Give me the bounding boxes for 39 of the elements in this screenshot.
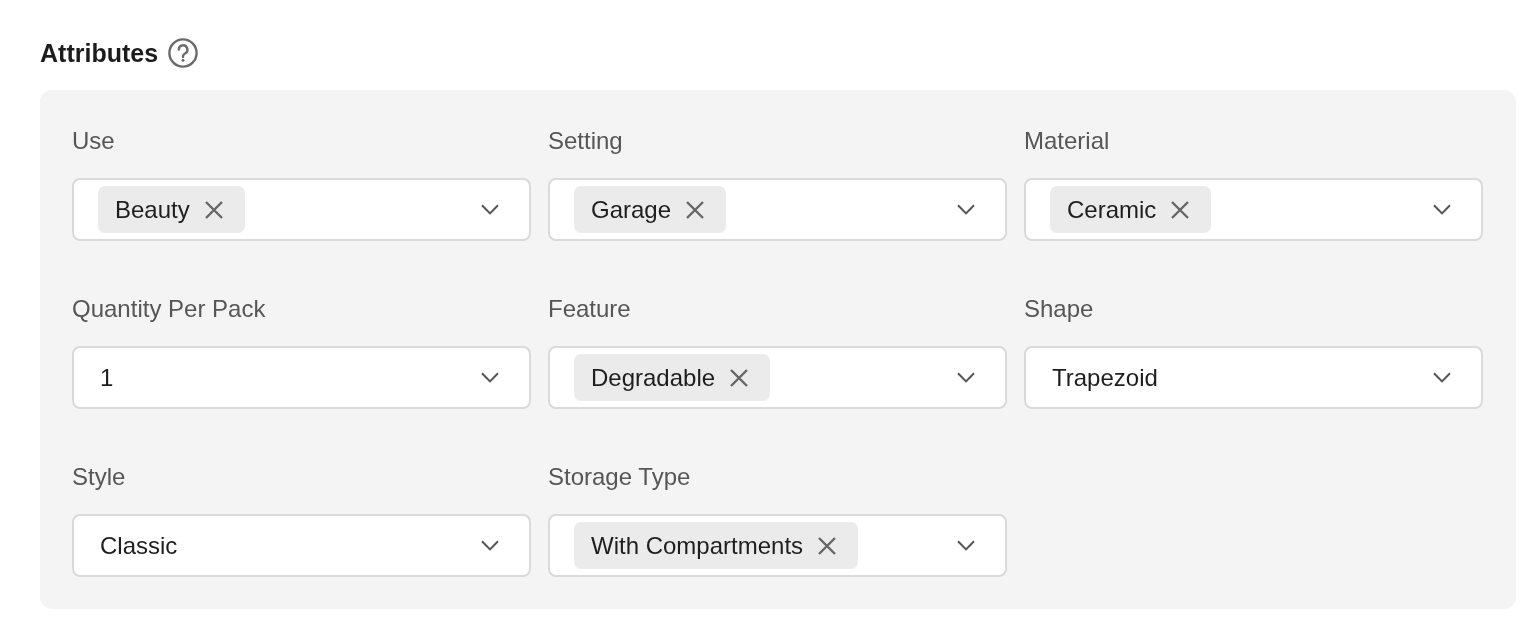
chip-label: Degradable — [591, 362, 716, 393]
field-label: Material — [1024, 126, 1110, 156]
selected-value: Classic — [99, 530, 178, 561]
remove-icon[interactable] — [685, 199, 706, 220]
chevron-icon[interactable] — [1433, 204, 1451, 215]
selected-value: Trapezoid — [1051, 362, 1158, 393]
chevron-icon[interactable] — [957, 372, 975, 383]
select-field[interactable]: Ceramic — [1024, 178, 1483, 241]
remove-icon[interactable] — [203, 199, 224, 220]
select-field[interactable]: Degradable — [548, 346, 1007, 409]
chevron-icon[interactable] — [957, 540, 975, 551]
field-label: Shape — [1024, 294, 1094, 324]
select-field[interactable]: Garage — [548, 178, 1007, 241]
help-icon[interactable] — [168, 38, 199, 68]
selected-value: 1 — [99, 362, 114, 393]
chevron-icon[interactable] — [957, 204, 975, 215]
select-field[interactable]: With Compartments — [548, 514, 1007, 577]
chevron-icon[interactable] — [481, 204, 499, 215]
chip-label: With Compartments — [591, 530, 804, 561]
chip-label: Ceramic — [1067, 194, 1157, 225]
chevron-icon[interactable] — [481, 372, 499, 383]
field-label: Feature — [548, 294, 631, 324]
field-label: Storage Type — [548, 462, 691, 492]
select-field[interactable]: Trapezoid — [1024, 346, 1483, 409]
remove-icon[interactable] — [817, 535, 838, 556]
chevron-icon[interactable] — [1433, 372, 1451, 383]
field-label: Use — [72, 126, 115, 156]
section-title: Attributes — [40, 38, 159, 69]
select-field[interactable]: 1 — [72, 346, 531, 409]
chip-label: Garage — [591, 194, 672, 225]
chevron-icon[interactable] — [481, 540, 499, 551]
field-label: Setting — [548, 126, 623, 156]
select-field[interactable]: Classic — [72, 514, 531, 577]
remove-icon[interactable] — [729, 367, 750, 388]
field-label: Style — [72, 462, 126, 492]
select-field[interactable]: Beauty — [72, 178, 531, 241]
remove-icon[interactable] — [1170, 199, 1191, 220]
chip-label: Beauty — [115, 194, 190, 225]
field-label: Quantity Per Pack — [72, 294, 266, 324]
